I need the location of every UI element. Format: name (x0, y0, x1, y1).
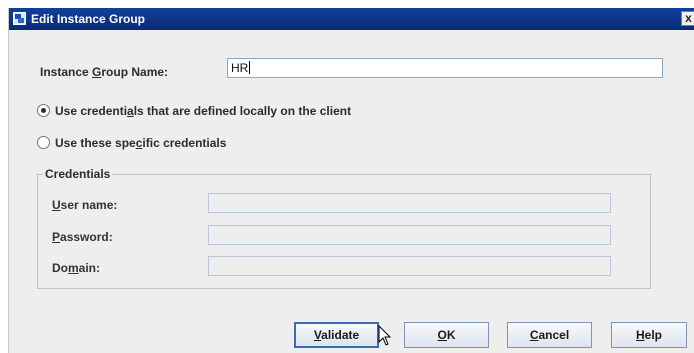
window-app-icon (13, 12, 26, 25)
text-caret (249, 61, 251, 74)
edit-instance-group-dialog: Edit Instance Group x Instance Group Nam… (8, 8, 694, 353)
title-bar[interactable]: Edit Instance Group x (9, 8, 694, 30)
password-label: Password: (52, 230, 113, 244)
credentials-legend: Credentials (43, 167, 113, 181)
radio-button-unchecked[interactable] (37, 136, 50, 149)
radio-use-local-credentials-label: Use credentials that are defined locally… (55, 104, 352, 118)
cancel-button[interactable]: Cancel (507, 322, 592, 348)
validate-button[interactable]: Validate (294, 322, 379, 348)
radio-button-checked[interactable] (37, 104, 50, 117)
close-icon[interactable]: x (681, 11, 694, 26)
dialog-title: Edit Instance Group (31, 12, 146, 26)
user-name-label: User name: (52, 198, 118, 212)
mouse-pointer-icon (378, 325, 392, 346)
password-field[interactable] (208, 225, 611, 245)
help-button[interactable]: Help (611, 322, 687, 348)
domain-field[interactable] (208, 256, 611, 276)
radio-use-specific-credentials-label: Use these specific credentials (55, 136, 227, 150)
domain-label: Domain: (52, 261, 101, 275)
ok-button[interactable]: OK (404, 322, 489, 348)
instance-group-name-label: Instance Group Name: (40, 65, 169, 79)
credentials-group: Credentials User name: Password: Domain: (37, 167, 651, 289)
user-name-field[interactable] (208, 193, 611, 213)
instance-group-name-input[interactable]: HR (227, 58, 663, 78)
